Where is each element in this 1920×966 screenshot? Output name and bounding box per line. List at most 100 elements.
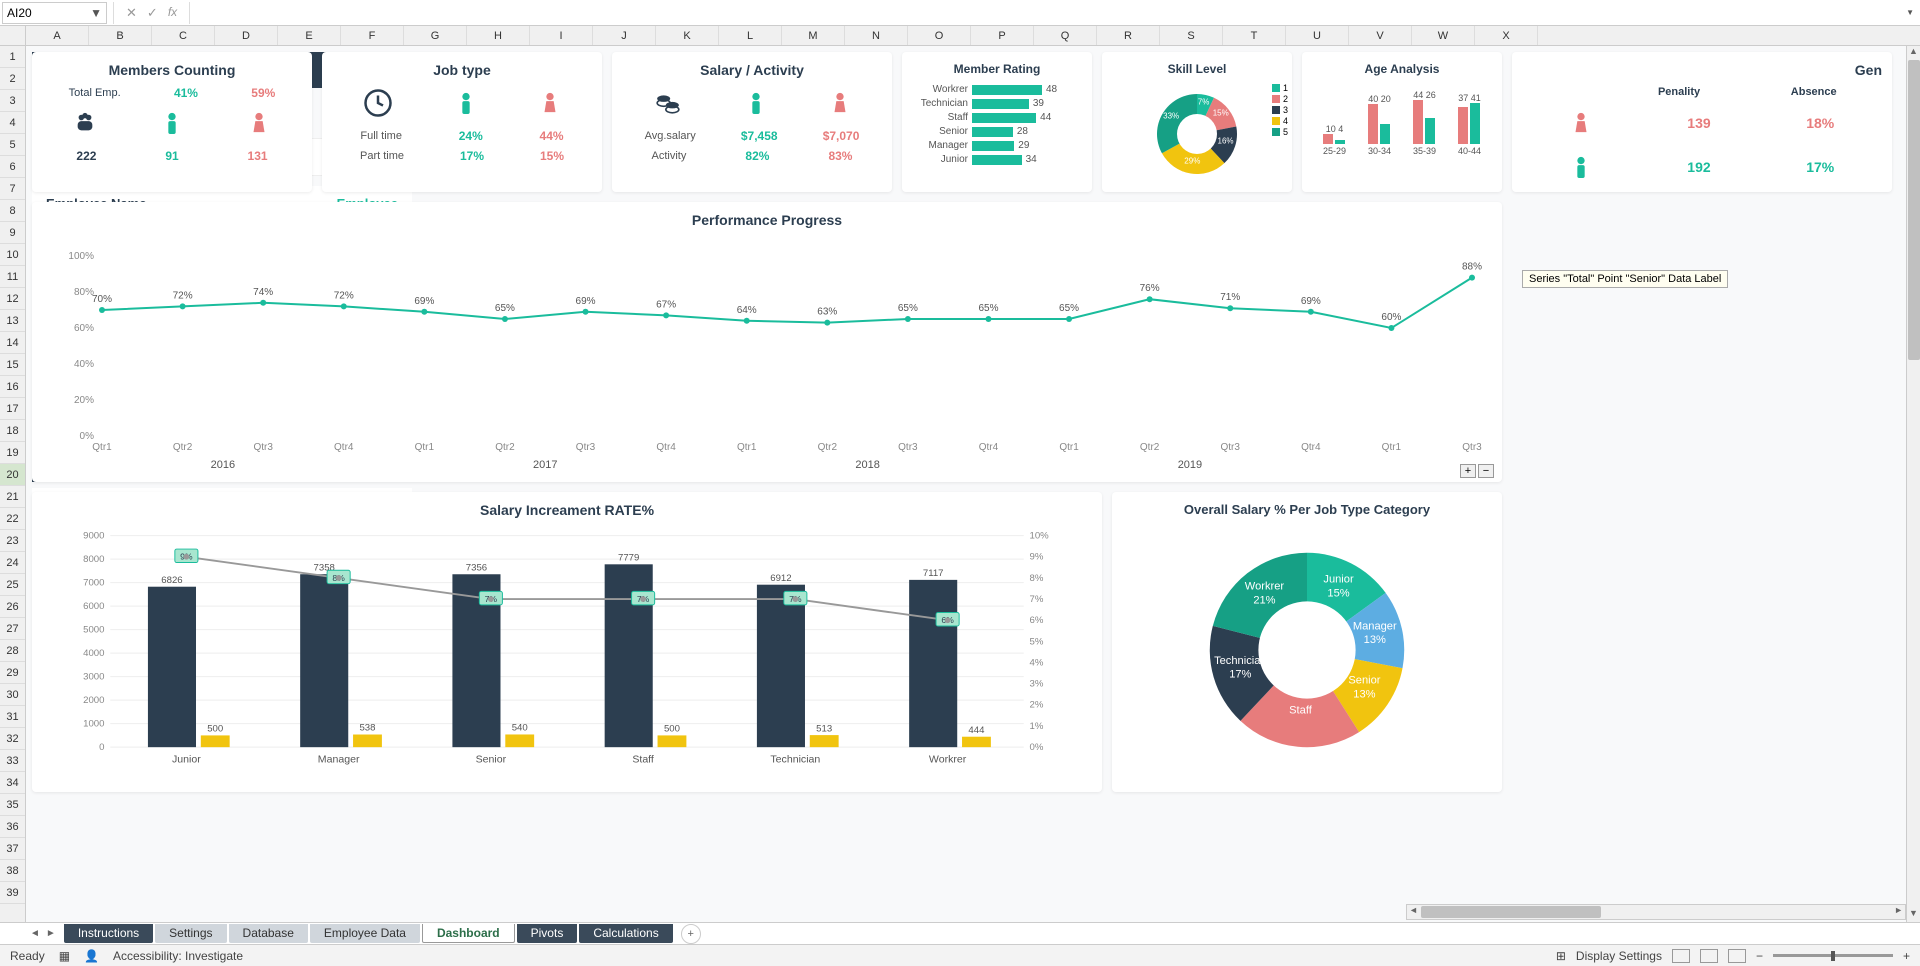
column-header[interactable]: B: [89, 26, 152, 45]
row-header[interactable]: 35: [0, 794, 25, 816]
row-header[interactable]: 34: [0, 772, 25, 794]
page-layout-button[interactable]: [1700, 949, 1718, 963]
column-header[interactable]: X: [1475, 26, 1538, 45]
column-header[interactable]: I: [530, 26, 593, 45]
row-header[interactable]: 32: [0, 728, 25, 750]
zoom-out-button[interactable]: −: [1478, 464, 1494, 478]
row-header[interactable]: 1: [0, 46, 25, 68]
row-header[interactable]: 36: [0, 816, 25, 838]
column-header[interactable]: S: [1160, 26, 1223, 45]
tab-last-icon[interactable]: ►: [46, 928, 56, 939]
vertical-scrollbar[interactable]: ▲ ▼: [1906, 46, 1920, 922]
column-header[interactable]: N: [845, 26, 908, 45]
row-header[interactable]: 16: [0, 376, 25, 398]
scroll-thumb[interactable]: [1421, 906, 1601, 918]
sheet-tab[interactable]: Employee Data: [310, 924, 420, 943]
scroll-up-icon[interactable]: ▲: [1907, 46, 1920, 60]
sheet-tab[interactable]: Database: [229, 924, 308, 943]
column-header[interactable]: C: [152, 26, 215, 45]
row-header[interactable]: 14: [0, 332, 25, 354]
column-header[interactable]: Q: [1034, 26, 1097, 45]
row-header[interactable]: 3: [0, 90, 25, 112]
row-header[interactable]: 8: [0, 200, 25, 222]
row-header[interactable]: 6: [0, 156, 25, 178]
row-header[interactable]: 17: [0, 398, 25, 420]
new-sheet-button[interactable]: +: [681, 924, 701, 944]
fx-icon[interactable]: fx: [168, 5, 177, 21]
chevron-down-icon[interactable]: ▼: [90, 6, 102, 20]
row-header[interactable]: 39: [0, 882, 25, 904]
sheet-tab[interactable]: Instructions: [64, 924, 153, 943]
column-header[interactable]: T: [1223, 26, 1286, 45]
sheet-tab[interactable]: Dashboard: [422, 924, 515, 943]
page-break-button[interactable]: [1728, 949, 1746, 963]
row-header[interactable]: 31: [0, 706, 25, 728]
zoom-slider[interactable]: [1773, 954, 1893, 957]
zoom-in-button[interactable]: +: [1460, 464, 1476, 478]
sheet-tab[interactable]: Calculations: [579, 924, 672, 943]
display-settings-icon[interactable]: ⊞: [1556, 949, 1566, 963]
column-header[interactable]: R: [1097, 26, 1160, 45]
row-header[interactable]: 22: [0, 508, 25, 530]
row-header[interactable]: 30: [0, 684, 25, 706]
column-header[interactable]: U: [1286, 26, 1349, 45]
row-header[interactable]: 13: [0, 310, 25, 332]
column-header[interactable]: A: [26, 26, 89, 45]
scroll-down-icon[interactable]: ▼: [1907, 908, 1920, 922]
row-header[interactable]: 7: [0, 178, 25, 200]
row-header[interactable]: 4: [0, 112, 25, 134]
column-header[interactable]: L: [719, 26, 782, 45]
row-header[interactable]: 18: [0, 420, 25, 442]
accessibility-icon[interactable]: 👤: [84, 949, 99, 963]
column-header[interactable]: P: [971, 26, 1034, 45]
display-settings[interactable]: Display Settings: [1576, 949, 1662, 963]
row-header[interactable]: 20: [0, 464, 25, 486]
row-header[interactable]: 23: [0, 530, 25, 552]
row-header[interactable]: 9: [0, 222, 25, 244]
cancel-icon[interactable]: ✕: [126, 5, 137, 21]
select-all[interactable]: [0, 26, 26, 45]
row-header[interactable]: 12: [0, 288, 25, 310]
tab-first-icon[interactable]: ◄: [30, 928, 40, 939]
normal-view-button[interactable]: [1672, 949, 1690, 963]
row-header[interactable]: 26: [0, 596, 25, 618]
column-header[interactable]: H: [467, 26, 530, 45]
row-header[interactable]: 19: [0, 442, 25, 464]
sheet-tab[interactable]: Settings: [155, 924, 226, 943]
formula-input[interactable]: [196, 3, 1906, 23]
column-header[interactable]: E: [278, 26, 341, 45]
macro-record-icon[interactable]: ▦: [59, 949, 70, 963]
zoom-in-button[interactable]: +: [1903, 949, 1910, 963]
row-header[interactable]: 15: [0, 354, 25, 376]
row-header[interactable]: 10: [0, 244, 25, 266]
scroll-thumb[interactable]: [1908, 60, 1920, 360]
name-box[interactable]: AI20 ▼: [2, 2, 107, 24]
row-header[interactable]: 38: [0, 860, 25, 882]
column-header[interactable]: M: [782, 26, 845, 45]
row-header[interactable]: 28: [0, 640, 25, 662]
row-header[interactable]: 11: [0, 266, 25, 288]
accessibility-status[interactable]: Accessibility: Investigate: [113, 949, 243, 963]
row-header[interactable]: 25: [0, 574, 25, 596]
row-header[interactable]: 33: [0, 750, 25, 772]
expand-formula-icon[interactable]: ▼: [1906, 8, 1914, 17]
row-header[interactable]: 21: [0, 486, 25, 508]
column-header[interactable]: F: [341, 26, 404, 45]
column-header[interactable]: O: [908, 26, 971, 45]
column-header[interactable]: K: [656, 26, 719, 45]
column-header[interactable]: J: [593, 26, 656, 45]
horizontal-scrollbar[interactable]: ◄ ►: [1406, 904, 1906, 920]
row-header[interactable]: 5: [0, 134, 25, 156]
row-header[interactable]: 37: [0, 838, 25, 860]
confirm-icon[interactable]: ✓: [147, 5, 158, 21]
column-header[interactable]: V: [1349, 26, 1412, 45]
column-header[interactable]: W: [1412, 26, 1475, 45]
workspace[interactable]: Members Counting Total Emp. 41% 59% 222 …: [26, 46, 1920, 941]
sheet-tab[interactable]: Pivots: [517, 924, 578, 943]
column-header[interactable]: G: [404, 26, 467, 45]
zoom-out-button[interactable]: −: [1756, 949, 1763, 963]
row-header[interactable]: 29: [0, 662, 25, 684]
row-header[interactable]: 27: [0, 618, 25, 640]
column-header[interactable]: D: [215, 26, 278, 45]
row-header[interactable]: 24: [0, 552, 25, 574]
